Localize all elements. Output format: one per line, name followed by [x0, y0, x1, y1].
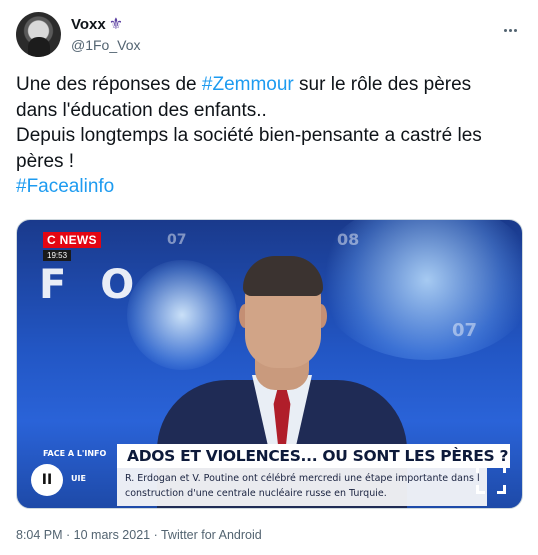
background-number: 07	[167, 232, 187, 248]
tweet-line-3: Depuis longtemps la société bien-pensant…	[16, 125, 482, 146]
user-handle[interactable]: @1Fo_Vox	[71, 37, 140, 53]
background-number: 08	[337, 230, 360, 249]
tweet-line-1: Une des réponses de #Zemmour sur le rôle…	[16, 72, 526, 98]
news-chyron: FACE A L'INFO II UIE ADOS ET VIOLENCES..…	[17, 442, 522, 508]
more-options-icon[interactable]	[500, 20, 520, 40]
video-player[interactable]: 07 08 07 F O C NEWS 19:53 FACE A L'INFO …	[16, 219, 523, 509]
show-label: FACE A L'INFO	[43, 449, 107, 458]
broadcast-clock: 19:53	[43, 250, 71, 261]
headline-text: ADOS ET VIOLENCES... OU SONT LES PÈRES ?	[127, 447, 509, 465]
cnews-logo: C NEWS	[43, 232, 101, 248]
tweet-header: Voxx ⚜ @1Fo_Vox	[16, 12, 522, 62]
show-label-2: UIE	[71, 474, 86, 483]
background-letters: F O	[39, 262, 145, 308]
pause-glyph: II	[41, 472, 53, 488]
ticker-line-2: construction d'une centrale nucléaire ru…	[125, 488, 387, 499]
tweet-text: Une des réponses de #Zemmour sur le rôle…	[16, 72, 526, 200]
headline-banner: ADOS ET VIOLENCES... OU SONT LES PÈRES ?	[117, 444, 510, 468]
tweet-line-2: dans l'éducation des enfants..	[16, 99, 267, 121]
channel-logo: C NEWS 19:53	[43, 232, 101, 261]
fleur-de-lis-icon: ⚜	[108, 15, 124, 33]
news-ticker: R. Erdogan et V. Poutine ont célébré mer…	[117, 468, 487, 506]
tweet-timestamp[interactable]: 8:04 PM · 10 mars 2021 · Twitter for And…	[16, 528, 262, 542]
tweet-text-segment: Une des réponses de	[16, 74, 202, 95]
display-name[interactable]: Voxx ⚜	[71, 16, 123, 33]
display-name-text[interactable]: Voxx	[71, 16, 106, 33]
hashtag-facealinfo[interactable]: #Facealinfo	[16, 174, 526, 200]
background-number: 07	[452, 320, 478, 341]
avatar[interactable]	[16, 12, 61, 57]
ticker-line-1: R. Erdogan et V. Poutine ont célébré mer…	[125, 473, 480, 484]
author-info[interactable]: Voxx ⚜ @1Fo_Vox	[71, 16, 140, 53]
expand-video-icon[interactable]	[476, 464, 506, 494]
tweet-text-segment: sur le rôle des pères	[293, 74, 472, 95]
hashtag-zemmour[interactable]: #Zemmour	[202, 74, 294, 95]
pause-badge-icon[interactable]: II	[31, 464, 63, 496]
tweet-line-4: pères !	[16, 150, 75, 172]
